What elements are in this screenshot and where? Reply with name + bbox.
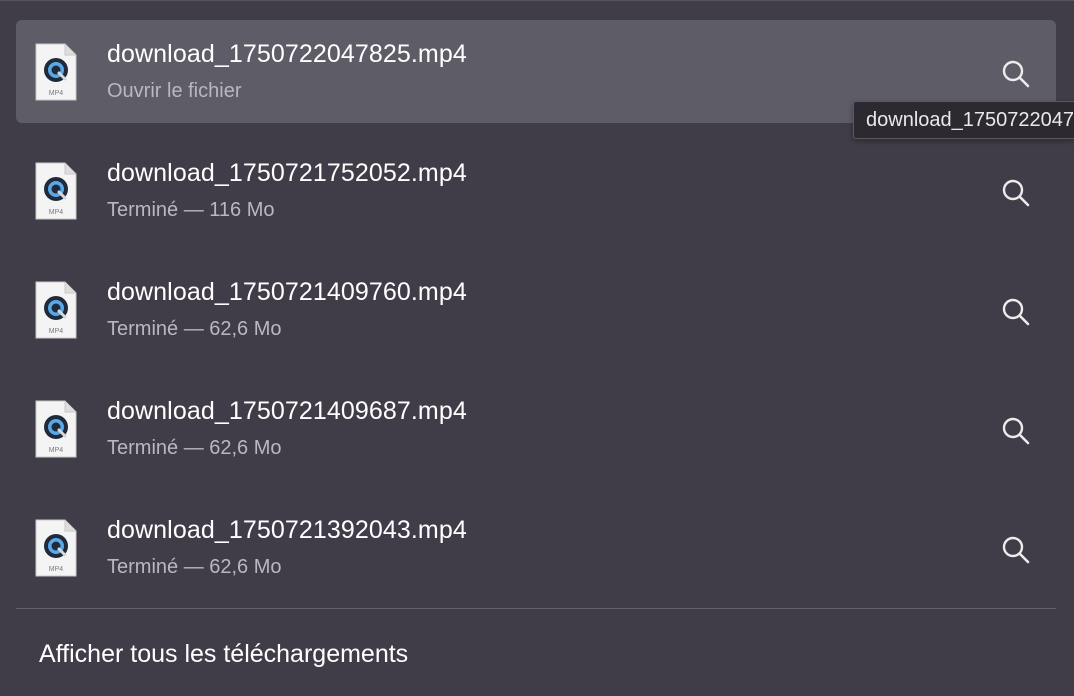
- reveal-in-finder-button[interactable]: [996, 530, 1036, 570]
- svg-text:MP4: MP4: [49, 209, 64, 216]
- reveal-in-finder-button[interactable]: [996, 54, 1036, 94]
- file-name: download_1750721409687.mp4: [107, 397, 467, 425]
- mp4-file-icon: MP4: [35, 281, 77, 339]
- svg-text:MP4: MP4: [49, 328, 64, 335]
- svg-text:MP4: MP4: [49, 447, 64, 454]
- mp4-file-icon: MP4: [35, 43, 77, 101]
- magnifier-icon: [1002, 536, 1030, 564]
- file-name: download_1750721409760.mp4: [107, 278, 467, 306]
- reveal-in-finder-button[interactable]: [996, 292, 1036, 332]
- mp4-file-icon: MP4: [35, 519, 77, 577]
- tooltip-text: download_1750722047825.mp4: [866, 109, 1074, 131]
- magnifier-icon: [1002, 298, 1030, 326]
- file-status: Terminé — 62,6 Mo: [107, 437, 282, 459]
- file-status: Terminé — 62,6 Mo: [107, 556, 282, 578]
- download-item[interactable]: MP4 download_1750721392043.mp4 Terminé —…: [16, 496, 1056, 599]
- file-name: download_1750721392043.mp4: [107, 516, 467, 544]
- download-item[interactable]: MP4 download_1750721409687.mp4 Terminé —…: [16, 377, 1056, 480]
- filename-tooltip: download_1750722047825.mp4: [853, 101, 1074, 139]
- magnifier-icon: [1002, 179, 1030, 207]
- file-status[interactable]: Ouvrir le fichier: [107, 80, 241, 103]
- show-all-downloads-button[interactable]: Afficher tous les téléchargements: [39, 640, 408, 669]
- file-name: download_1750721752052.mp4: [107, 159, 467, 187]
- file-status: Terminé — 116 Mo: [107, 199, 275, 221]
- mp4-file-icon: MP4: [35, 162, 77, 220]
- download-item[interactable]: MP4 download_1750721752052.mp4 Terminé —…: [16, 139, 1056, 242]
- file-status: Terminé — 62,6 Mo: [107, 318, 282, 340]
- download-item[interactable]: MP4 download_1750721409760.mp4 Terminé —…: [16, 258, 1056, 361]
- reveal-in-finder-button[interactable]: [996, 173, 1036, 213]
- svg-text:MP4: MP4: [49, 566, 64, 573]
- mp4-file-icon: MP4: [35, 400, 77, 458]
- downloads-panel: MP4 download_1750722047825.mp4 Ouvrir le…: [0, 0, 1074, 696]
- magnifier-icon: [1002, 417, 1030, 445]
- svg-text:MP4: MP4: [49, 90, 64, 97]
- reveal-in-finder-button[interactable]: [996, 411, 1036, 451]
- file-name: download_1750722047825.mp4: [107, 40, 467, 68]
- divider: [16, 608, 1056, 609]
- magnifier-icon: [1002, 60, 1030, 88]
